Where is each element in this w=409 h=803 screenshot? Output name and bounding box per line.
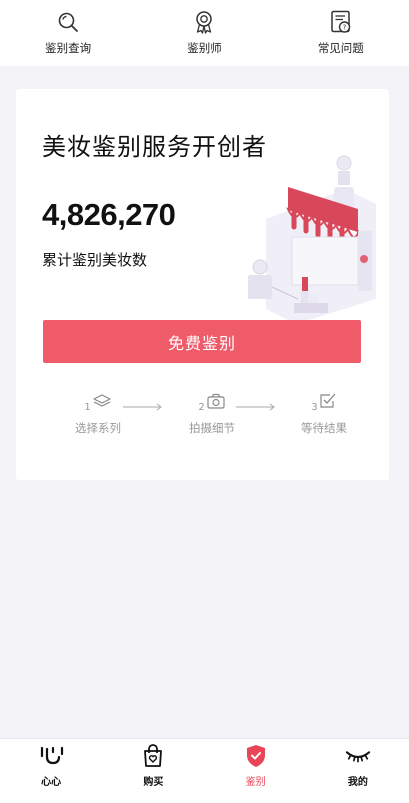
top-nav: 鉴别查询 鉴别师 ? 常见问题	[0, 0, 409, 66]
appraisal-card: 美妆鉴别服务开创者 4,826,270 累计鉴别美妆数 免费鉴别 1 选择系列 …	[16, 89, 389, 480]
process-steps: 1 选择系列 2 拍摄细节 3 等待结果	[16, 393, 389, 445]
badge-icon	[191, 9, 217, 35]
step-take-photos: 2 拍摄细节	[172, 393, 252, 436]
tab-label: 我的	[347, 777, 368, 788]
step-number: 2	[198, 402, 205, 413]
tab-buy[interactable]: 购买	[102, 739, 204, 803]
faq-document-icon: ?	[328, 9, 354, 35]
step-label: 选择系列	[75, 421, 121, 435]
nav-item-query[interactable]: 鉴别查询	[0, 0, 136, 66]
tab-appraisal[interactable]: 鉴别	[205, 739, 307, 803]
svg-text:?: ?	[342, 24, 346, 32]
step-label: 拍摄细节	[189, 421, 235, 435]
arrow-right-icon	[123, 403, 162, 411]
arrow-right-icon	[236, 403, 275, 411]
tab-label: 鉴别	[245, 777, 266, 788]
nav-item-faq[interactable]: ? 常见问题	[273, 0, 409, 66]
tab-label: 心心	[41, 777, 62, 788]
appraisal-count: 4,826,270	[42, 197, 176, 232]
shopping-bag-icon	[140, 743, 166, 769]
step-label: 等待结果	[301, 421, 347, 435]
layers-icon	[92, 393, 112, 413]
step-select-series: 1 选择系列	[58, 393, 138, 436]
camera-icon	[206, 393, 226, 413]
tab-xinxin[interactable]: 心心	[0, 739, 102, 803]
nav-item-label: 鉴别师	[187, 41, 222, 55]
cosmetics-store-illustration	[248, 155, 376, 324]
xinxin-logo-icon	[38, 743, 64, 769]
step-number: 3	[311, 402, 318, 413]
tab-label: 购买	[143, 777, 164, 788]
tab-mine[interactable]: 我的	[307, 739, 409, 803]
shield-check-icon	[243, 743, 269, 769]
check-square-icon	[319, 393, 337, 413]
nav-item-label: 常见问题	[317, 41, 364, 55]
step-number: 1	[84, 402, 91, 413]
step-wait-result: 3 等待结果	[284, 393, 364, 436]
tab-bar: 心心 购买 鉴别 我的	[0, 738, 409, 803]
nav-item-appraiser[interactable]: 鉴别师	[136, 0, 272, 66]
nav-item-label: 鉴别查询	[45, 41, 92, 55]
appraisal-count-label: 累计鉴别美妆数	[42, 251, 148, 269]
free-appraisal-button[interactable]: 免费鉴别	[43, 320, 361, 363]
search-icon	[55, 9, 81, 35]
eyelash-icon	[345, 743, 371, 769]
